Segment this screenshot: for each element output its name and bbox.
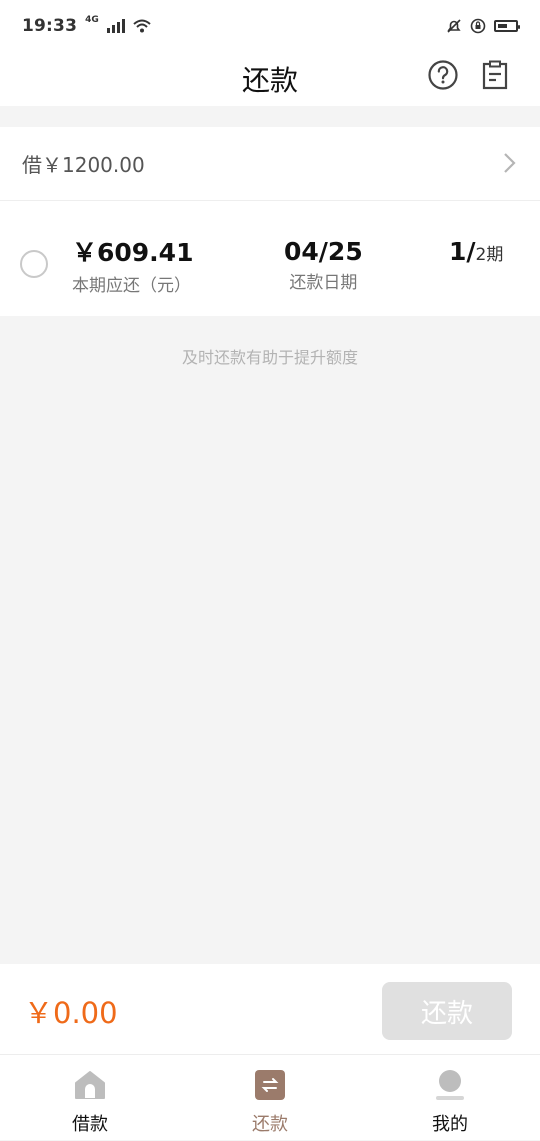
status-right [446,18,520,34]
repay-icon [255,1070,285,1100]
lock-rotation-icon [470,18,486,34]
status-time: 19:33 [22,16,78,36]
tab-repay-label: 还款 [252,1114,288,1135]
tab-repay[interactable]: 还款 [180,1055,360,1141]
tab-borrow[interactable]: 借款 [0,1055,180,1141]
network-label: 4G [85,15,99,25]
installment-amount: ￥609.41 [72,238,194,267]
installment-period: 1/2期 [449,237,503,266]
period-current: 1/ [449,237,476,266]
records-button[interactable] [478,58,512,92]
bottom-tab-bar: 借款 还款 我的 [0,1054,540,1140]
chevron-right-icon [504,153,516,173]
wifi-icon [133,19,151,33]
installment-row: ￥609.41 本期应还（元） 04/25 还款日期 1/2期 [0,201,540,316]
loan-amount-text: 借￥1200.00 [22,153,145,177]
status-left: 19:33 4G [22,15,151,36]
period-total: 2期 [475,245,504,265]
payment-total: ￥0.00 [24,996,118,1030]
installment-date-block: 04/25 还款日期 [284,237,363,293]
status-bar: 19:33 4G [0,0,540,52]
installment-amount-block: ￥609.41 本期应还（元） [72,233,193,296]
help-button[interactable] [426,58,460,92]
repay-button[interactable]: 还款 [382,982,512,1040]
top-bar: 还款 [0,52,540,106]
tab-profile-label: 我的 [432,1114,468,1135]
installment-date: 04/25 [284,237,363,266]
installment-amount-label: 本期应还（元） [72,276,191,296]
installment-date-label: 还款日期 [289,273,358,293]
tab-profile[interactable]: 我的 [360,1055,540,1141]
profile-icon [436,1070,464,1100]
mute-bell-icon [447,19,461,33]
payment-bar: ￥0.00 还款 [0,964,540,1054]
signal-icon [106,19,125,33]
document-icon [482,60,508,90]
tab-borrow-label: 借款 [72,1114,108,1135]
home-icon [75,1071,105,1099]
hint-text: 及时还款有助于提升额度 [181,348,358,367]
loan-summary-row[interactable]: 借￥1200.00 [0,127,540,201]
help-icon [428,60,458,90]
battery-icon [494,20,520,32]
header-actions [426,58,512,92]
installment-select-radio[interactable] [20,250,48,278]
